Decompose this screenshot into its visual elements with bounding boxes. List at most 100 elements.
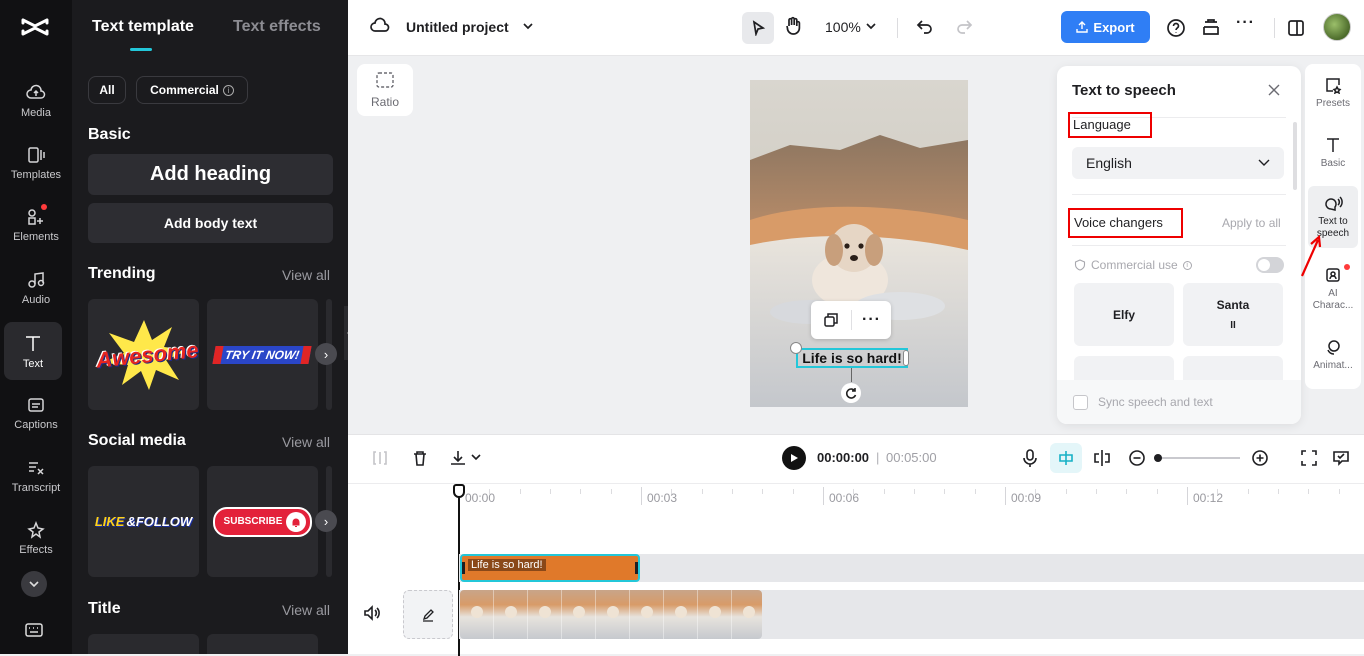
zoom-level[interactable]: 100%: [825, 19, 861, 35]
social-view-all-link[interactable]: View all: [282, 434, 330, 450]
clip-trim-handle-left[interactable]: [462, 562, 465, 574]
delete-button[interactable]: [411, 449, 429, 467]
avatar[interactable]: [1323, 13, 1351, 41]
more-tools-button[interactable]: [21, 571, 47, 597]
rail-item-text[interactable]: Text: [4, 322, 62, 380]
help-button[interactable]: [1166, 18, 1186, 38]
ruler-minor-tick: [974, 489, 976, 494]
export-button[interactable]: Export: [1061, 11, 1150, 43]
more-menu-button[interactable]: ···: [1236, 14, 1255, 32]
keyboard-shortcuts-button[interactable]: [24, 622, 44, 638]
duplicate-button[interactable]: [811, 312, 851, 328]
caption-text-box[interactable]: Life is so hard!: [796, 348, 908, 368]
voice-card-elfy[interactable]: Elfy: [1074, 283, 1174, 346]
project-menu-chevron-icon[interactable]: [522, 22, 534, 30]
cover-edit-button[interactable]: [403, 590, 453, 639]
capcut-logo-icon[interactable]: [20, 14, 50, 40]
sync-checkbox[interactable]: [1073, 394, 1088, 410]
duplicate-icon: [824, 313, 838, 327]
language-select[interactable]: English: [1072, 147, 1284, 179]
resize-handle[interactable]: [790, 342, 802, 354]
template-subscribe[interactable]: SUBSCRIBE: [207, 466, 318, 577]
rail-label-transcript: Transcript: [11, 481, 61, 494]
info-icon: i: [1182, 260, 1192, 270]
select-tool-button[interactable]: [742, 12, 774, 44]
close-button[interactable]: [1267, 83, 1281, 97]
trending-view-all-link[interactable]: View all: [282, 267, 330, 283]
animation-icon: [1327, 340, 1340, 355]
element-more-button[interactable]: ···: [852, 311, 891, 329]
ruler-minor-tick: [1156, 489, 1158, 494]
title-view-all-link[interactable]: View all: [282, 602, 330, 618]
voice-changers-label: Voice changers: [1074, 215, 1163, 230]
trending-scroll-right-button[interactable]: ›: [315, 343, 337, 365]
notification-dot: [1344, 264, 1350, 270]
zoom-out-button[interactable]: [1128, 449, 1146, 467]
redo-button[interactable]: [955, 18, 973, 36]
add-body-text-button[interactable]: Add body text: [88, 203, 333, 243]
clip-trim-handle-right[interactable]: [635, 562, 638, 574]
rail-item-effects[interactable]: Effects: [0, 509, 72, 567]
apply-to-all-link[interactable]: Apply to all: [1222, 216, 1281, 230]
template-like-follow[interactable]: LIKE &FOLLOW: [88, 466, 199, 577]
rail-label-captions: Captions: [14, 418, 58, 431]
filter-all-chip[interactable]: All: [88, 76, 126, 104]
template-title-1[interactable]: [88, 634, 199, 654]
download-button[interactable]: [449, 449, 467, 467]
play-button[interactable]: [782, 446, 806, 470]
undo-button[interactable]: [916, 18, 934, 36]
video-clip[interactable]: [460, 590, 762, 639]
template-try-it-now[interactable]: TRY IT NOW!: [207, 299, 318, 410]
rr-item-animation[interactable]: Animat...: [1305, 338, 1361, 372]
project-name[interactable]: Untitled project: [406, 19, 509, 35]
feedback-button[interactable]: [1332, 449, 1350, 467]
voice-card-santa[interactable]: Santa II: [1183, 283, 1283, 346]
ratio-button[interactable]: Ratio: [357, 64, 413, 116]
rail-item-transcript[interactable]: Transcript: [0, 447, 72, 505]
split-button[interactable]: [372, 450, 388, 466]
rail-item-elements[interactable]: Elements: [0, 196, 72, 254]
rail-label-templates: Templates: [10, 168, 62, 181]
zoom-chevron-icon[interactable]: [866, 23, 876, 30]
fullscreen-button[interactable]: [1300, 449, 1318, 467]
rail-item-media[interactable]: Media: [0, 72, 72, 130]
voice-card[interactable]: [1074, 356, 1174, 380]
mute-button[interactable]: [363, 605, 381, 621]
rr-item-presets[interactable]: Presets: [1305, 76, 1361, 110]
divider: [1072, 194, 1286, 195]
rr-item-basic[interactable]: Basic: [1305, 136, 1361, 170]
template-awesome[interactable]: Awesome!: [88, 299, 199, 410]
ruler-tick-label: 00:00: [465, 491, 496, 505]
layers-button[interactable]: [1201, 18, 1221, 38]
commercial-use-toggle[interactable]: [1256, 257, 1284, 273]
tab-text-template[interactable]: Text template: [92, 18, 194, 36]
toggle-panel-button[interactable]: [1286, 18, 1306, 38]
zoom-slider-thumb[interactable]: [1154, 454, 1162, 462]
resize-handle[interactable]: [903, 350, 909, 366]
add-heading-button[interactable]: Add heading: [88, 154, 333, 195]
tab-text-effects[interactable]: Text effects: [233, 18, 321, 36]
time-ruler[interactable]: 00:00 00:03 00:06 00:09 00:12: [348, 483, 1364, 513]
template-title-2[interactable]: [207, 634, 318, 654]
auto-snap-button[interactable]: [1050, 443, 1082, 473]
zoom-slider-track[interactable]: [1154, 454, 1240, 462]
rotate-handle[interactable]: [841, 383, 861, 403]
hand-tool-button[interactable]: [784, 16, 802, 36]
record-voice-button[interactable]: [1021, 448, 1039, 468]
timeline: 00:00:00 | 00:05:00 00:00 00:03 00:06 00:09…: [348, 434, 1364, 656]
voice-card[interactable]: [1183, 356, 1283, 380]
link-clips-button[interactable]: [1092, 449, 1112, 467]
ai-character-icon: [1326, 268, 1340, 282]
rail-item-templates[interactable]: Templates: [0, 134, 72, 192]
social-scroll-right-button[interactable]: ›: [315, 510, 337, 532]
text-clip[interactable]: Life is so hard!: [460, 554, 640, 582]
sync-row: Sync speech and text: [1057, 380, 1301, 424]
rail-item-captions[interactable]: Captions: [0, 384, 72, 442]
scrollbar[interactable]: [1293, 122, 1297, 190]
cloud-save-icon[interactable]: [370, 17, 390, 35]
zoom-in-button[interactable]: [1251, 449, 1269, 467]
right-rail: Presets Basic Text to speech AI Charac..…: [1305, 64, 1361, 389]
filter-commercial-chip[interactable]: Commercial i: [136, 76, 248, 104]
download-chevron-icon[interactable]: [471, 454, 481, 461]
rail-item-audio[interactable]: Audio: [0, 259, 72, 317]
